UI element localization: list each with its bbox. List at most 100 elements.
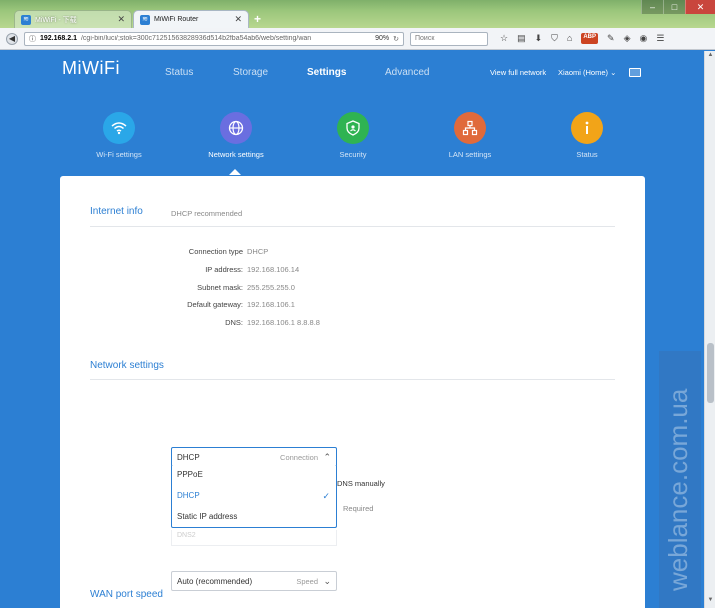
device-selector[interactable]: Xiaomi (Home) ⌄ <box>558 68 616 77</box>
watermark-text: weblance.com.ua <box>663 388 693 591</box>
wan-speed-select[interactable]: Auto (recommended) Speed ⌄ <box>171 571 337 591</box>
connection-type-dropdown: PPPoE DHCP ✓ Static IP address <box>171 466 337 528</box>
default-gateway-label: Default gateway: <box>187 300 243 309</box>
dns2-field[interactable]: DNS2 <box>171 530 337 546</box>
browser-tab-bar: ≋ MiWiFi - 下载 ✕ ≋ MiWiFi Router ✕ + – □ … <box>0 0 715 28</box>
category-lan-settings[interactable]: LAN settings <box>425 112 515 159</box>
dns-value: 192.168.106.1 8.8.8.8 <box>247 318 320 327</box>
reload-icon[interactable]: ↻ <box>393 35 399 43</box>
category-wifi-settings[interactable]: Wi-Fi settings <box>74 112 164 159</box>
device-name: Xiaomi (Home) <box>558 68 609 77</box>
globe-icon <box>220 112 252 144</box>
network-settings-title: Network settings <box>90 360 164 371</box>
settings-panel: Internet info DHCP recommended Connectio… <box>60 176 645 608</box>
nav-status[interactable]: Status <box>165 67 193 78</box>
shield-icon <box>337 112 369 144</box>
ip-address-value: 192.168.106.14 <box>247 265 300 274</box>
nav-advanced[interactable]: Advanced <box>385 67 429 78</box>
miwifi-app: MiWiFi Status Storage Settings Advanced … <box>0 51 715 608</box>
nav-settings[interactable]: Settings <box>307 67 346 78</box>
library-icon[interactable]: ▤ <box>517 33 526 44</box>
option-static-ip[interactable]: Static IP address <box>177 512 237 521</box>
browser-nav-bar: ◀ ⓘ 192.168.2.1 /cgi-bin/luci/;stok=300c… <box>0 28 715 50</box>
option-pppoe[interactable]: PPPoE <box>177 470 203 479</box>
toolbar-icons: ☆ ▤ ⬇ ⛉ ⌂ ABP ✎ ◈ ◉ ☰ <box>500 33 664 44</box>
connection-type-label: Connection type <box>188 247 243 256</box>
ip-address-label: IP address: <box>205 265 243 274</box>
tab-title: MiWiFi - 下载 <box>35 16 77 24</box>
info-icon <box>571 112 603 144</box>
shield-addon-icon[interactable]: ◈ <box>624 33 631 44</box>
pocket-icon[interactable]: ⛉ <box>551 33 558 44</box>
view-full-network-link[interactable]: View full network <box>490 68 546 77</box>
star-icon[interactable]: ☆ <box>500 33 508 44</box>
category-label: Network settings <box>208 150 264 159</box>
connection-caption: Connection <box>280 453 318 462</box>
divider <box>90 379 615 380</box>
tab-title: MiWiFi Router <box>154 16 199 23</box>
dns2-placeholder: DNS2 <box>177 532 196 539</box>
close-window-icon[interactable]: ✕ <box>685 0 715 14</box>
connection-type-value: DHCP <box>247 247 269 256</box>
network-icon <box>454 112 486 144</box>
adblock-icon[interactable]: ABP <box>581 33 599 44</box>
subnet-mask-value: 255.255.255.0 <box>247 283 295 292</box>
wan-speed-caption: Speed <box>296 577 318 586</box>
wifi-icon <box>103 112 135 144</box>
download-icon[interactable]: ⬇ <box>535 33 543 44</box>
url-path: /cgi-bin/luci/;stok=300c71251563828936d5… <box>80 35 312 42</box>
subnet-mask-label: Subnet mask: <box>197 283 243 292</box>
search-input[interactable]: Поиск <box>410 31 488 46</box>
wan-speed-title: WAN port speed <box>90 589 163 600</box>
scroll-thumb[interactable] <box>707 343 714 403</box>
option-dhcp[interactable]: DHCP <box>177 491 200 500</box>
addon-icon[interactable]: ✎ <box>607 33 615 44</box>
chevron-down-icon: ⌄ <box>323 576 331 586</box>
connection-type-selected: DHCP <box>177 453 200 462</box>
dns-label: DNS: <box>225 318 243 327</box>
divider <box>90 226 615 227</box>
browser-tab-miwifi-router[interactable]: ≋ MiWiFi Router ✕ <box>133 10 249 28</box>
address-bar[interactable]: ⓘ 192.168.2.1 /cgi-bin/luci/;stok=300c71… <box>24 31 404 46</box>
chevron-up-icon: ⌃ <box>323 452 331 462</box>
category-network-settings[interactable]: Network settings <box>191 112 281 159</box>
new-tab-button[interactable]: + <box>254 12 261 26</box>
url-host: 192.168.2.1 <box>40 35 77 42</box>
settings-categories: Wi-Fi settings Network settings Security… <box>0 112 715 172</box>
chevron-down-icon: ⌄ <box>610 68 617 77</box>
active-category-pointer <box>229 169 241 175</box>
category-label: Wi-Fi settings <box>96 150 142 159</box>
eye-icon[interactable]: ◉ <box>639 33 647 44</box>
browser-tab-miwifi-download[interactable]: ≋ MiWiFi - 下载 ✕ <box>14 10 132 28</box>
minimize-icon[interactable]: – <box>641 0 663 14</box>
required-hint: Required <box>343 504 374 513</box>
maximize-icon[interactable]: □ <box>663 0 685 14</box>
zoom-level[interactable]: 90% <box>375 35 389 42</box>
internet-info-title: Internet info <box>90 206 143 217</box>
page-scrollbar[interactable]: ▲ ▼ <box>704 51 715 608</box>
close-tab-icon[interactable]: ✕ <box>234 14 242 25</box>
internet-info-subtitle: DHCP recommended <box>171 209 243 218</box>
scroll-down-icon[interactable]: ▼ <box>706 597 715 607</box>
miwifi-logo[interactable]: MiWiFi <box>62 58 120 79</box>
category-security[interactable]: Security <box>308 112 398 159</box>
mail-icon[interactable] <box>629 68 641 77</box>
connection-type-select[interactable]: DHCP Connection ⌃ <box>171 447 337 467</box>
scroll-up-icon[interactable]: ▲ <box>706 52 715 62</box>
nav-storage[interactable]: Storage <box>233 67 268 78</box>
wan-speed-selected: Auto (recommended) <box>177 577 253 586</box>
default-gateway-value: 192.168.106.1 <box>247 300 295 309</box>
window-controls: – □ ✕ <box>641 0 715 14</box>
dns-manually-label[interactable]: DNS manually <box>337 479 385 488</box>
home-icon[interactable]: ⌂ <box>567 33 572 44</box>
close-tab-icon[interactable]: ✕ <box>117 14 125 25</box>
checkmark-icon: ✓ <box>322 491 330 501</box>
menu-icon[interactable]: ☰ <box>656 33 664 44</box>
wifi-favicon-icon: ≋ <box>140 14 150 25</box>
info-icon: ⓘ <box>29 35 36 43</box>
category-label: LAN settings <box>448 150 492 159</box>
back-arrow-icon[interactable]: ◀ <box>6 32 18 45</box>
category-status[interactable]: Status <box>542 112 632 159</box>
search-placeholder: Поиск <box>415 34 435 42</box>
watermark: weblance.com.ua <box>659 351 701 608</box>
